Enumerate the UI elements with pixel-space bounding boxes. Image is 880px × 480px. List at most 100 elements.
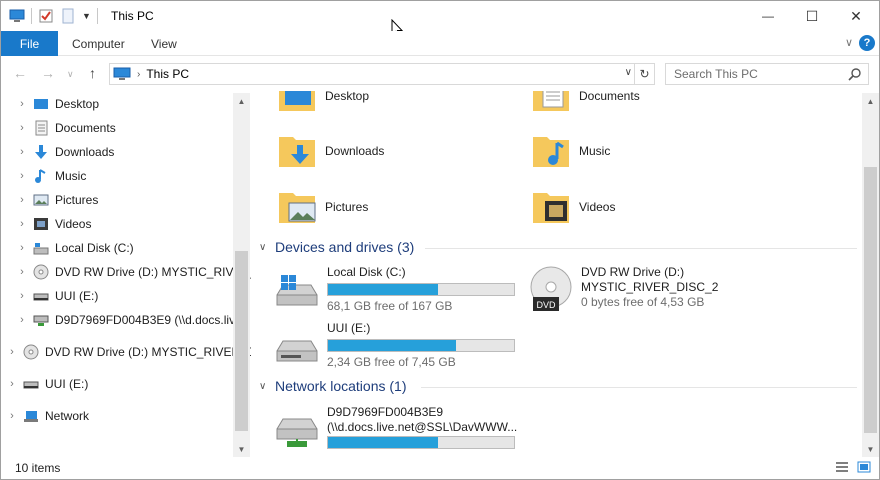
group-title: Devices and drives (3) <box>275 239 415 255</box>
forward-arrow-icon[interactable]: → <box>41 65 55 81</box>
tab-computer[interactable]: Computer <box>72 31 125 56</box>
chevron-right-icon[interactable]: › <box>5 410 19 422</box>
chevron-right-icon[interactable]: › <box>15 170 29 182</box>
this-pc-icon[interactable] <box>9 8 25 24</box>
chevron-right-icon[interactable]: › <box>15 266 29 278</box>
scroll-up-icon[interactable]: ▲ <box>233 93 250 109</box>
maximize-button[interactable]: ☐ <box>789 1 835 31</box>
customize-qat-icon[interactable]: ▼ <box>82 11 91 21</box>
folder-label: Documents <box>579 91 640 103</box>
folder-pictures[interactable]: Pictures <box>277 187 368 227</box>
music-folder-icon <box>533 137 569 167</box>
refresh-icon[interactable]: ↻ <box>634 64 654 84</box>
nav-item-network-drive[interactable]: › D9D7969FD004B3E9 (\\d.docs.live. <box>15 309 245 331</box>
usb-drive-icon <box>276 340 318 362</box>
scrollbar-thumb[interactable] <box>235 251 248 431</box>
chevron-right-icon[interactable]: › <box>5 378 19 390</box>
chevron-right-icon[interactable]: › <box>5 346 19 358</box>
scroll-up-icon[interactable]: ▲ <box>862 93 879 109</box>
chevron-right-icon[interactable]: › <box>15 218 29 230</box>
drive-free-space: 0 bytes free of 4,53 GB <box>581 295 705 309</box>
scrollbar-thumb[interactable] <box>864 167 877 433</box>
drive-info: D9D7969FD004B3E9 (\\d.docs.live.net@SSL\… <box>327 405 517 453</box>
drive-local-disk[interactable]: Local Disk (C:) 68,1 GB free of 167 GB <box>273 265 515 314</box>
drive-volume-label: MYSTIC_RIVER_DISC_2 <box>581 280 719 294</box>
nav-item-label: Local Disk (C:) <box>55 241 134 255</box>
navigation-pane: › Desktop › Documents › Downloads › Musi… <box>1 91 251 457</box>
folder-music[interactable]: Music <box>531 131 610 171</box>
nav-item-documents[interactable]: › Documents <box>15 117 116 139</box>
nav-item-usb-drive[interactable]: › UUI (E:) <box>15 285 98 307</box>
nav-item-dvd-drive[interactable]: › DVD RW Drive (D:) MYSTIC_RIVER_ <box>15 261 251 283</box>
address-bar[interactable]: › This PC ∨ ↻ <box>109 63 655 85</box>
nav-item-label: Music <box>55 169 87 183</box>
nav-item-desktop[interactable]: › Desktop <box>15 93 99 115</box>
drive-network-path: (\\d.docs.live.net@SSL\DavWWW... <box>327 420 518 434</box>
chevron-right-icon[interactable]: › <box>137 69 140 80</box>
group-header-devices[interactable]: ∨ Devices and drives (3) <box>259 239 414 255</box>
recent-locations-icon[interactable]: ∨ <box>67 69 74 80</box>
folder-label: Desktop <box>325 91 370 103</box>
capacity-bar <box>327 436 515 449</box>
tab-file[interactable]: File <box>1 31 58 56</box>
scroll-down-icon[interactable]: ▼ <box>233 441 250 457</box>
nav-pane-scrollbar[interactable]: ▲ ▼ <box>233 93 250 457</box>
chevron-down-icon[interactable]: ∨ <box>259 381 275 392</box>
folder-downloads[interactable]: Downloads <box>277 131 384 171</box>
nav-item-downloads[interactable]: › Downloads <box>15 141 114 163</box>
nav-item-music[interactable]: › Music <box>15 165 86 187</box>
details-view-icon[interactable] <box>835 461 849 473</box>
dvd-icon <box>23 344 39 360</box>
tab-file-label: File <box>19 36 40 51</box>
group-title: Network locations (1) <box>275 378 407 394</box>
desktop-folder-icon <box>279 91 315 111</box>
chevron-right-icon[interactable]: › <box>15 242 29 254</box>
nav-item-local-disk[interactable]: › Local Disk (C:) <box>15 237 134 259</box>
up-arrow-icon[interactable]: ↑ <box>89 65 96 81</box>
drive-dvd[interactable]: DVD DVD RW Drive (D:) MYSTIC_RIVER_DISC_… <box>527 265 718 313</box>
qat-separator <box>31 8 32 24</box>
content-pane: Desktop Documents Downloads Music Pictur… <box>253 91 861 457</box>
chevron-right-icon[interactable]: › <box>15 290 29 302</box>
nav-item-label: Videos <box>55 217 92 231</box>
usb-drive-icon <box>23 381 39 389</box>
nav-item-videos[interactable]: › Videos <box>15 213 91 235</box>
folder-documents[interactable]: Documents <box>531 91 640 113</box>
folder-desktop[interactable]: Desktop <box>277 91 369 113</box>
nav-item-network[interactable]: › Network <box>5 405 89 427</box>
nav-item-dvd-drive-root[interactable]: › DVD RW Drive (D:) MYSTIC_RIVER_D <box>5 341 251 363</box>
back-arrow-icon[interactable]: ← <box>13 65 27 81</box>
large-icons-view-icon[interactable] <box>857 461 871 473</box>
nav-item-pictures[interactable]: › Pictures <box>15 189 98 211</box>
search-input[interactable]: Search This PC <box>665 63 869 85</box>
chevron-down-icon[interactable]: ∨ <box>845 36 853 49</box>
chevron-right-icon[interactable]: › <box>15 98 29 110</box>
minimize-button[interactable]: — <box>745 1 791 31</box>
tab-view[interactable]: View <box>151 31 177 56</box>
properties-icon[interactable] <box>38 8 54 24</box>
drive-info: Local Disk (C:) 68,1 GB free of 167 GB <box>327 265 515 314</box>
address-dropdown-icon[interactable]: ∨ <box>625 67 632 78</box>
capacity-bar <box>327 339 515 352</box>
folder-videos[interactable]: Videos <box>531 187 615 227</box>
network-location[interactable]: D9D7969FD004B3E9 (\\d.docs.live.net@SSL\… <box>273 405 517 453</box>
chevron-right-icon[interactable]: › <box>15 194 29 206</box>
nav-item-usb-drive-root[interactable]: › UUI (E:) <box>5 373 88 395</box>
nav-item-label: Network <box>45 409 90 423</box>
close-button[interactable]: ✕ <box>833 1 879 31</box>
chevron-right-icon[interactable]: › <box>15 122 29 134</box>
content-scrollbar[interactable]: ▲ ▼ <box>862 93 879 457</box>
chevron-down-icon[interactable]: ∨ <box>259 242 275 253</box>
chevron-right-icon[interactable]: › <box>15 146 29 158</box>
item-count: 10 items <box>15 461 61 475</box>
drive-usb[interactable]: UUI (E:) 2,34 GB free of 7,45 GB <box>273 321 515 370</box>
chevron-right-icon[interactable]: › <box>15 314 29 326</box>
group-divider <box>425 248 857 249</box>
group-header-network[interactable]: ∨ Network locations (1) <box>259 378 407 394</box>
nav-item-label: UUI (E:) <box>55 289 99 303</box>
this-pc-icon <box>113 67 131 80</box>
desktop-icon <box>34 99 48 109</box>
scroll-down-icon[interactable]: ▼ <box>862 441 879 457</box>
new-folder-icon[interactable] <box>60 8 76 24</box>
help-icon[interactable]: ? <box>859 35 875 51</box>
